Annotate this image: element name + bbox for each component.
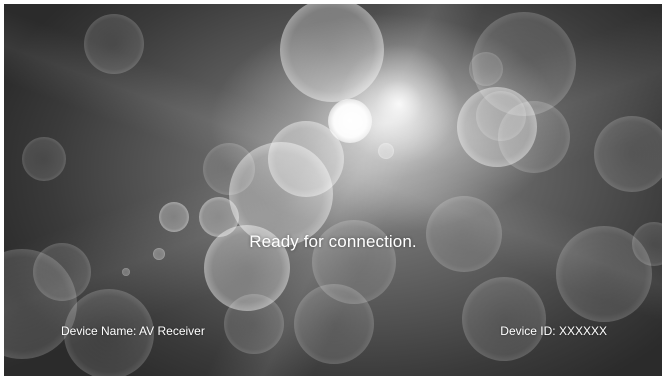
bokeh-orb — [378, 143, 394, 159]
bokeh-orb — [84, 14, 144, 74]
connection-status-message: Ready for connection. — [249, 232, 417, 251]
bokeh-orb — [462, 277, 546, 361]
bokeh-orb — [476, 91, 526, 141]
bokeh-background — [4, 4, 662, 376]
bokeh-orb — [229, 142, 333, 246]
bokeh-orb — [203, 143, 255, 195]
bokeh-orb — [122, 268, 130, 276]
light-rays-background — [4, 4, 662, 376]
device-id-label: Device ID: XXXXXX — [500, 324, 607, 338]
device-name-label: Device Name: AV Receiver — [61, 324, 205, 338]
bokeh-orb — [22, 137, 66, 181]
waiting-screen: Ready for connection. Device Name: AV Re… — [4, 4, 662, 376]
bokeh-orb — [498, 101, 570, 173]
bokeh-orb — [294, 284, 374, 364]
bokeh-orb — [280, 4, 384, 102]
bokeh-orb — [224, 294, 284, 354]
bokeh-orb — [159, 202, 189, 232]
bokeh-orb — [199, 197, 239, 237]
bokeh-orb — [268, 121, 344, 197]
light-glow — [339, 44, 459, 164]
bokeh-orb — [594, 116, 662, 192]
bokeh-orb — [472, 12, 576, 116]
bokeh-orb-bright — [328, 99, 372, 143]
bokeh-orb — [4, 249, 77, 359]
bokeh-orb — [457, 87, 537, 167]
bokeh-orb — [469, 52, 503, 86]
